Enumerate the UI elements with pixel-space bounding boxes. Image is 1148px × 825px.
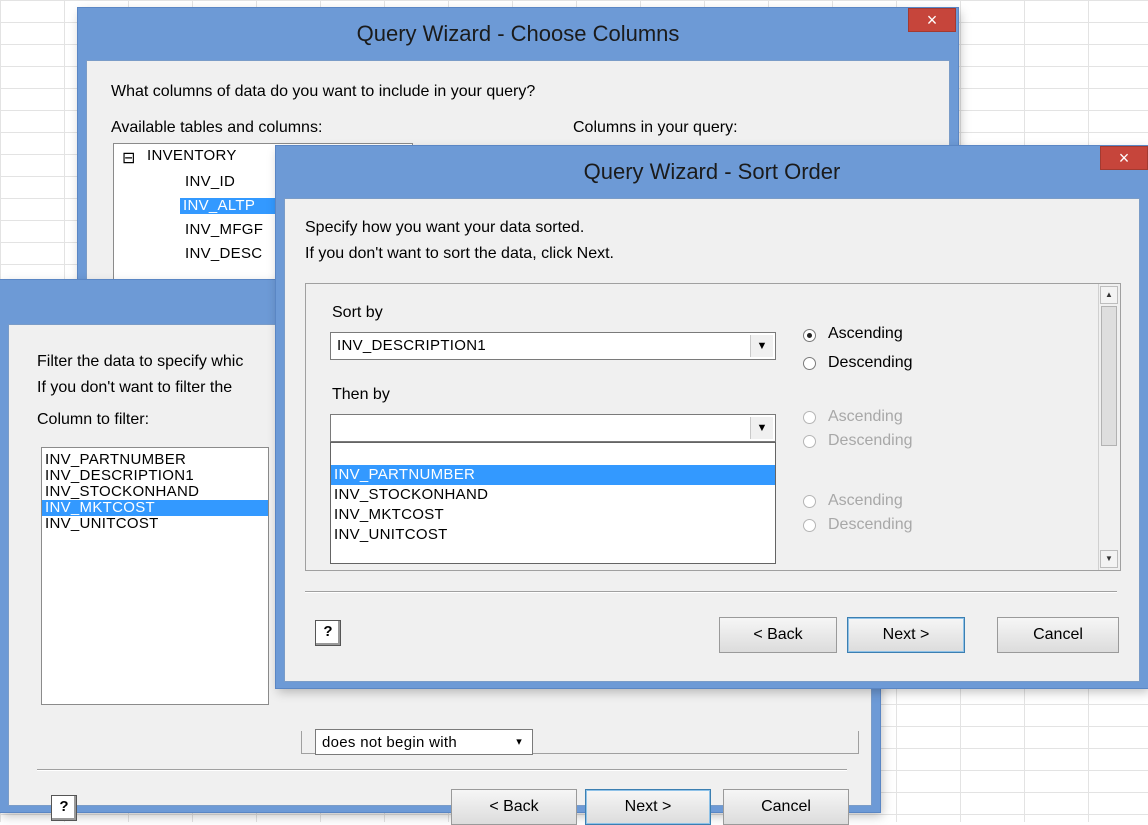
filter-column-item[interactable]: INV_STOCKONHAND [42, 484, 268, 500]
filter-button-separator [37, 769, 847, 771]
chevron-down-icon[interactable]: ▾ [508, 732, 530, 752]
sort-by-descending-radio[interactable] [803, 357, 816, 370]
sort-cancel-button[interactable]: Cancel [997, 617, 1119, 653]
scroll-up-arrow-icon[interactable]: ▲ [1100, 286, 1118, 304]
sort-criteria-panel: Sort by INV_DESCRIPTION1 ▼ Ascending Des… [305, 283, 1121, 571]
then-by-ascending-radio[interactable] [803, 411, 816, 424]
sort-order-close-button[interactable]: × [1100, 146, 1148, 170]
choose-columns-close-button[interactable]: × [908, 8, 956, 32]
tree-column-item[interactable]: INV_MFGF [182, 222, 263, 238]
then-by-2-ascending-radio[interactable] [803, 495, 816, 508]
then-by-dropdown-list[interactable]: INV_PARTNUMBER INV_STOCKONHAND INV_MKTCO… [330, 442, 776, 564]
dropdown-item[interactable]: INV_STOCKONHAND [331, 485, 775, 505]
filter-instruction-line-1: Filter the data to specify whic [37, 353, 244, 370]
dropdown-item[interactable]: INV_UNITCOST [331, 525, 775, 545]
sort-back-button[interactable]: < Back [719, 617, 837, 653]
sort-panel-scrollbar[interactable]: ▲ ▼ [1098, 284, 1120, 570]
choose-columns-title: Query Wizard - Choose Columns [356, 21, 680, 46]
sort-instruction-line-1: Specify how you want your data sorted. [305, 219, 585, 236]
available-tables-label: Available tables and columns: [111, 119, 323, 136]
sort-order-title: Query Wizard - Sort Order [583, 159, 841, 184]
filter-column-item[interactable]: INV_PARTNUMBER [42, 452, 268, 468]
filter-cancel-button[interactable]: Cancel [723, 789, 849, 825]
filter-instruction-line-2: If you don't want to filter the [37, 379, 233, 396]
column-to-filter-label: Column to filter: [37, 411, 150, 428]
then-by-descending-radio[interactable] [803, 435, 816, 448]
scroll-down-arrow-icon[interactable]: ▼ [1100, 550, 1118, 568]
chevron-down-icon[interactable]: ▼ [750, 417, 773, 439]
then-by-descending-label: Descending [828, 432, 913, 449]
filter-back-button[interactable]: < Back [451, 789, 577, 825]
sort-by-label: Sort by [332, 304, 383, 321]
dropdown-item[interactable]: INV_MKTCOST [331, 505, 775, 525]
sort-by-value: INV_DESCRIPTION1 [337, 337, 486, 354]
sort-by-ascending-label: Ascending [828, 325, 903, 342]
then-by-select[interactable]: ▼ [330, 414, 776, 442]
sort-button-separator [305, 591, 1117, 593]
filter-column-item[interactable]: INV_DESCRIPTION1 [42, 468, 268, 484]
help-icon[interactable]: ? [51, 795, 77, 821]
sort-by-ascending-radio[interactable] [803, 329, 816, 342]
sort-by-select[interactable]: INV_DESCRIPTION1 ▼ [330, 332, 776, 360]
filter-column-item[interactable]: INV_UNITCOST [42, 516, 268, 532]
dropdown-item-highlighted[interactable]: INV_PARTNUMBER [331, 465, 775, 485]
scrollbar-thumb[interactable] [1101, 306, 1117, 446]
chevron-down-icon[interactable]: ▼ [750, 335, 773, 357]
then-by-ascending-label: Ascending [828, 408, 903, 425]
sort-order-dialog: Query Wizard - Sort Order × Specify how … [276, 146, 1148, 688]
filter-next-button[interactable]: Next > [585, 789, 711, 825]
sort-order-client: Specify how you want your data sorted. I… [284, 198, 1140, 682]
dropdown-item-blank[interactable] [331, 443, 775, 465]
columns-in-query-label: Columns in your query: [573, 119, 738, 136]
sort-by-descending-label: Descending [828, 354, 913, 371]
then-by-label: Then by [332, 386, 390, 403]
sort-next-button[interactable]: Next > [847, 617, 965, 653]
column-to-filter-list[interactable]: INV_PARTNUMBER INV_DESCRIPTION1 INV_STOC… [41, 447, 269, 705]
choose-columns-prompt: What columns of data do you want to incl… [111, 83, 536, 100]
tree-column-item[interactable]: INV_ID [182, 174, 235, 190]
tree-collapse-icon[interactable]: ⊟ [122, 148, 135, 168]
help-icon[interactable]: ? [315, 620, 341, 646]
filter-operator-select[interactable]: does not begin with ▾ [315, 729, 533, 755]
then-by-2-descending-radio[interactable] [803, 519, 816, 532]
filter-operator-value: does not begin with [322, 734, 457, 751]
then-by-2-ascending-label: Ascending [828, 492, 903, 509]
tree-column-item[interactable]: INV_DESC [182, 246, 262, 262]
then-by-2-descending-label: Descending [828, 516, 913, 533]
filter-column-item-selected[interactable]: INV_MKTCOST [42, 500, 268, 516]
tree-table-inventory[interactable]: INVENTORY [144, 148, 237, 164]
sort-instruction-line-2: If you don't want to sort the data, clic… [305, 245, 614, 262]
